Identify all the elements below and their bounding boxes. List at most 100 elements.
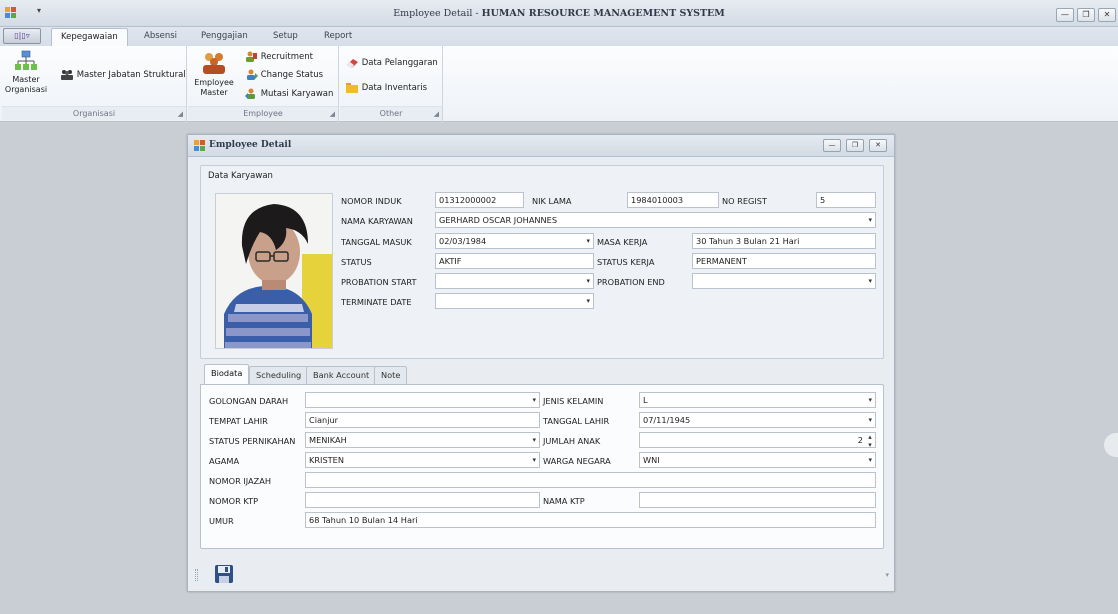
tab-penggajian[interactable]: Penggajian <box>201 31 248 41</box>
change-status-button[interactable]: Change Status <box>245 69 323 80</box>
chevron-down-icon[interactable]: ▾ <box>868 413 872 427</box>
status-pernikahan-label: STATUS PERNIKAHAN <box>209 436 296 446</box>
ribbon-group-organisasi: Master Organisasi Master Jabatan Struktu… <box>2 46 187 122</box>
tempat-lahir-label: TEMPAT LAHIR <box>209 416 268 426</box>
child-minimize-button[interactable]: — <box>823 139 841 152</box>
tab-absensi[interactable]: Absensi <box>144 31 177 41</box>
tanggal-lahir-value: 07/11/1945 <box>643 415 691 425</box>
employee-window-icon <box>194 140 205 151</box>
group-label-employee: Employee <box>188 106 338 120</box>
tab-biodata[interactable]: Biodata <box>204 364 250 385</box>
close-icon: ✕ <box>875 141 881 149</box>
golongan-darah-label: GOLONGAN DARAH <box>209 396 289 406</box>
employee-window-title: Employee Detail <box>209 140 292 150</box>
close-icon: ✕ <box>1103 10 1111 19</box>
save-button[interactable] <box>214 564 234 584</box>
chevron-down-icon[interactable]: ▾ <box>586 274 590 288</box>
status-pernikahan-combo[interactable]: MENIKAH ▾ <box>305 432 540 448</box>
chevron-down-icon[interactable]: ▾ <box>868 453 872 467</box>
jumlah-anak-label: JUMLAH ANAK <box>543 436 601 446</box>
data-inventaris-label: Data Inventaris <box>361 83 428 93</box>
group-label-other: Other <box>340 106 442 120</box>
folder-icon <box>346 83 358 93</box>
data-inventaris-button[interactable]: Data Inventaris <box>346 82 427 93</box>
chevron-down-icon[interactable]: ▾ <box>868 213 872 227</box>
toolbar-overflow-icon[interactable]: ▾ <box>885 571 889 579</box>
nomor-ijazah-field[interactable] <box>305 472 876 488</box>
people-group-icon <box>61 70 73 80</box>
no-regist-field[interactable]: 5 <box>816 192 876 208</box>
warga-negara-combo[interactable]: WNI ▾ <box>639 452 876 468</box>
tab-setup[interactable]: Setup <box>273 31 298 41</box>
mutasi-karyawan-label: Mutasi Karyawan <box>260 89 334 99</box>
minimize-icon: — <box>1061 10 1069 19</box>
tab-note[interactable]: Note <box>374 366 408 384</box>
toolbar-grip[interactable] <box>195 569 198 581</box>
chevron-down-icon[interactable]: ▾ <box>532 433 536 447</box>
jumlah-anak-stepper[interactable]: 2 ▴▾ <box>639 432 876 448</box>
ribbon-tab-row: ▯|▯▿ Kepegawaian Absensi Penggajian Setu… <box>0 27 1118 48</box>
tab-kepegawaian[interactable]: Kepegawaian <box>51 28 128 48</box>
status-field[interactable]: AKTIF <box>435 253 594 269</box>
nama-karyawan-combo[interactable]: GERHARD OSCAR JOHANNES ▾ <box>435 212 876 228</box>
warga-negara-label: WARGA NEGARA <box>543 456 611 466</box>
terminate-date-label: TERMINATE DATE <box>341 297 412 307</box>
nomor-ktp-field[interactable] <box>305 492 540 508</box>
app-title-system: HUMAN RESOURCE MANAGEMENT SYSTEM <box>481 8 725 19</box>
nama-ktp-field[interactable] <box>639 492 876 508</box>
data-pelanggaran-label: Data Pelanggaran <box>361 58 438 68</box>
agama-combo[interactable]: KRISTEN ▾ <box>305 452 540 468</box>
close-button[interactable]: ✕ <box>1098 8 1116 22</box>
dialog-launcher-icon[interactable]: ◢ <box>178 110 183 118</box>
terminate-date-picker[interactable]: ▾ <box>435 293 594 309</box>
chevron-down-icon[interactable]: ▾ <box>532 453 536 467</box>
tab-bank-account[interactable]: Bank Account <box>306 366 377 384</box>
agama-value: KRISTEN <box>309 455 344 465</box>
tab-report[interactable]: Report <box>324 31 352 41</box>
nomor-induk-field[interactable]: 01312000002 <box>435 192 524 208</box>
jumlah-anak-value: 2 <box>857 435 863 445</box>
data-pelanggaran-button[interactable]: Data Pelanggaran <box>346 57 438 68</box>
mutasi-karyawan-button[interactable]: Mutasi Karyawan <box>245 88 333 99</box>
application-menu-button[interactable]: ▯|▯▿ <box>3 28 41 44</box>
maximize-icon: ❐ <box>851 141 859 149</box>
dialog-launcher-icon[interactable]: ◢ <box>434 110 439 118</box>
restore-button[interactable]: ❐ <box>1077 8 1095 22</box>
chevron-down-icon[interactable]: ▾ <box>532 393 536 407</box>
mdi-scroll-handle[interactable] <box>1104 433 1118 457</box>
minimize-button[interactable]: — <box>1056 8 1074 22</box>
master-jabatan-button[interactable]: Master Jabatan Struktural <box>60 69 186 80</box>
tanggal-lahir-picker[interactable]: 07/11/1945 ▾ <box>639 412 876 428</box>
spin-arrows-icon[interactable]: ▴▾ <box>866 433 874 447</box>
child-close-button[interactable]: ✕ <box>869 139 887 152</box>
umur-field[interactable]: 68 Tahun 10 Bulan 14 Hari <box>305 512 876 528</box>
jenis-kelamin-combo[interactable]: L ▾ <box>639 392 876 408</box>
chevron-down-icon[interactable]: ▾ <box>868 393 872 407</box>
chevron-down-icon[interactable]: ▾ <box>586 294 590 308</box>
employee-window-title-bar[interactable]: Employee Detail — ❐ ✕ <box>188 135 894 157</box>
status-kerja-field[interactable]: PERMANENT <box>692 253 876 269</box>
recruitment-button[interactable]: Recruitment <box>245 51 313 62</box>
tanggal-masuk-picker[interactable]: 02/03/1984 ▾ <box>435 233 594 249</box>
probation-start-picker[interactable]: ▾ <box>435 273 594 289</box>
agama-label: AGAMA <box>209 456 240 466</box>
employee-photo-image <box>216 194 332 348</box>
probation-end-picker[interactable]: ▾ <box>692 273 876 289</box>
masa-kerja-field[interactable]: 30 Tahun 3 Bulan 21 Hari <box>692 233 876 249</box>
tempat-lahir-field[interactable]: Cianjur <box>305 412 540 428</box>
master-organisasi-button[interactable]: Master Organisasi <box>4 50 48 95</box>
employee-master-label: Employee Master <box>194 78 234 97</box>
chevron-down-icon[interactable]: ▾ <box>586 234 590 248</box>
status-label: STATUS <box>341 257 372 267</box>
master-organisasi-label: Master Organisasi <box>4 75 48 94</box>
tab-scheduling[interactable]: Scheduling <box>249 366 309 384</box>
chevron-down-icon[interactable]: ▾ <box>868 274 872 288</box>
child-maximize-button[interactable]: ❐ <box>846 139 864 152</box>
dialog-launcher-icon[interactable]: ◢ <box>330 110 335 118</box>
nik-lama-field[interactable]: 1984010003 <box>627 192 719 208</box>
employee-master-button[interactable]: Employee Master <box>191 51 237 98</box>
nama-karyawan-label: NAMA KARYAWAN <box>341 216 413 226</box>
golongan-darah-combo[interactable]: ▾ <box>305 392 540 408</box>
nomor-ktp-label: NOMOR KTP <box>209 496 259 506</box>
probation-start-label: PROBATION START <box>341 277 417 287</box>
